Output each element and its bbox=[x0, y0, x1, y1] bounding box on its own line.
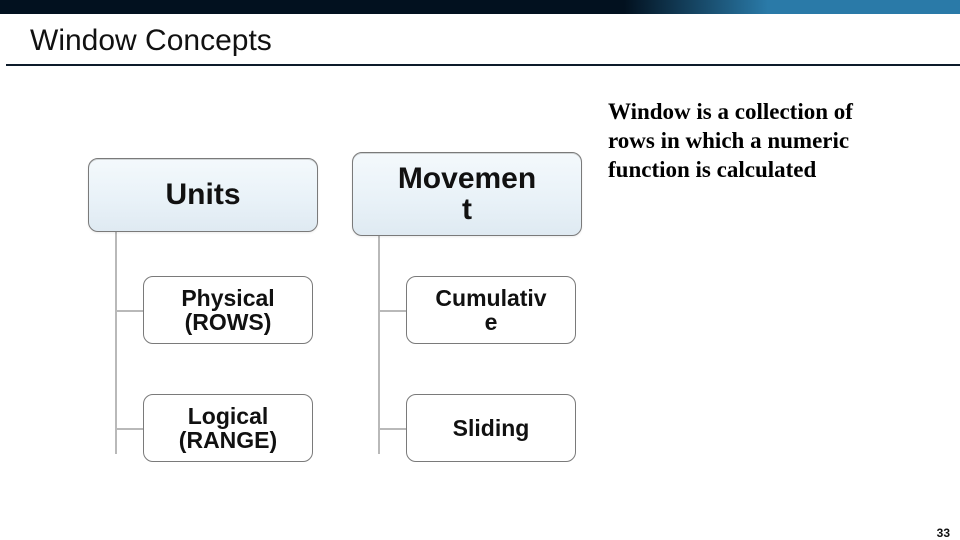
node-sliding-label: Sliding bbox=[453, 416, 530, 440]
slide-title: Window Concepts bbox=[0, 14, 960, 64]
connector-vertical-left bbox=[115, 224, 117, 454]
slide-caption: Window is a collection of rows in which … bbox=[608, 98, 868, 184]
slide-top-accent bbox=[0, 0, 960, 14]
connector-vertical-right bbox=[378, 224, 380, 454]
connector-branch-left-2 bbox=[115, 428, 143, 430]
node-physical-rows-label: Physical (ROWS) bbox=[150, 286, 306, 334]
node-units-label: Units bbox=[166, 179, 241, 211]
page-number: 33 bbox=[937, 526, 950, 540]
node-logical-range: Logical (RANGE) bbox=[143, 394, 313, 462]
node-physical-rows: Physical (ROWS) bbox=[143, 276, 313, 344]
node-movement: Movemen t bbox=[352, 152, 582, 236]
connector-branch-right-2 bbox=[378, 428, 406, 430]
node-cumulative-label: Cumulativ e bbox=[435, 286, 546, 334]
node-cumulative: Cumulativ e bbox=[406, 276, 576, 344]
connector-branch-right-1 bbox=[378, 310, 406, 312]
node-units: Units bbox=[88, 158, 318, 232]
node-sliding: Sliding bbox=[406, 394, 576, 462]
node-movement-label: Movemen t bbox=[398, 163, 536, 226]
diagram-stage: Units Physical (ROWS) Logical (RANGE) Mo… bbox=[0, 66, 960, 540]
connector-branch-left-1 bbox=[115, 310, 143, 312]
node-logical-range-label: Logical (RANGE) bbox=[150, 404, 306, 452]
